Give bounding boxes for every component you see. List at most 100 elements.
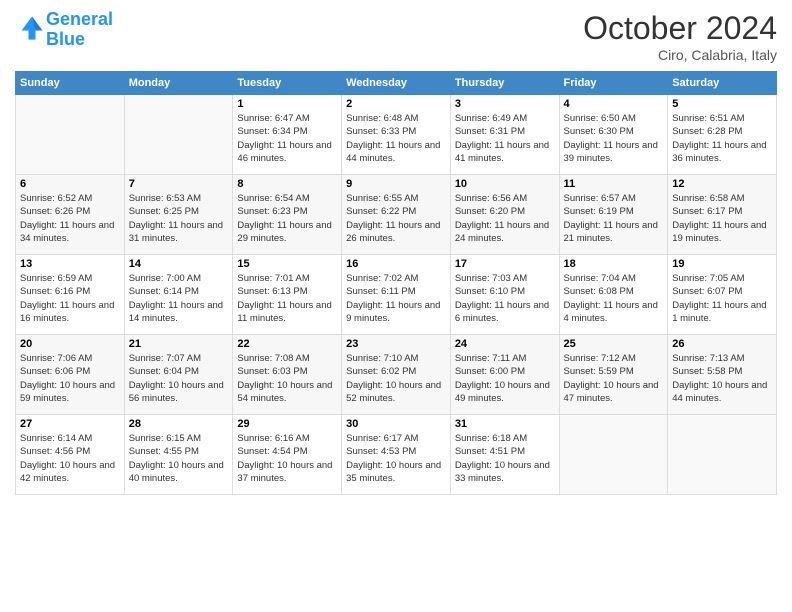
calendar-cell: 7 Sunrise: 6:53 AMSunset: 6:25 PMDaylight… (124, 175, 233, 255)
calendar-cell: 6 Sunrise: 6:52 AMSunset: 6:26 PMDaylight… (16, 175, 125, 255)
logo-blue: Blue (46, 29, 85, 49)
day-info: Sunrise: 7:11 AMSunset: 6:00 PMDaylight:… (455, 352, 555, 405)
day-info: Sunrise: 6:55 AMSunset: 6:22 PMDaylight:… (346, 192, 446, 245)
day-number: 7 (129, 178, 229, 190)
calendar-cell (124, 95, 233, 175)
day-info: Sunrise: 6:53 AMSunset: 6:25 PMDaylight:… (129, 192, 229, 245)
day-number: 24 (455, 338, 555, 350)
calendar-header-wednesday: Wednesday (342, 72, 451, 95)
day-number: 29 (237, 418, 337, 430)
day-info: Sunrise: 6:17 AMSunset: 4:53 PMDaylight:… (346, 432, 446, 485)
day-number: 25 (564, 338, 664, 350)
day-number: 19 (672, 258, 772, 270)
calendar-header-friday: Friday (559, 72, 668, 95)
day-number: 8 (237, 178, 337, 190)
day-number: 6 (20, 178, 120, 190)
day-number: 31 (455, 418, 555, 430)
calendar-cell (668, 415, 777, 495)
calendar-cell: 23Sunrise: 7:10 AMSunset: 6:02 PMDayligh… (342, 335, 451, 415)
day-info: Sunrise: 7:04 AMSunset: 6:08 PMDaylight:… (564, 272, 664, 325)
day-info: Sunrise: 6:56 AMSunset: 6:20 PMDaylight:… (455, 192, 555, 245)
header: General Blue October 2024 Ciro, Calabria… (15, 10, 777, 63)
calendar-cell: 29 Sunrise: 6:16 AMSunset: 4:54 PMDayligh… (233, 415, 342, 495)
day-info: Sunrise: 6:18 AMSunset: 4:51 PMDaylight:… (455, 432, 555, 485)
calendar-cell: 19 Sunrise: 7:05 AMSunset: 6:07 PMDayligh… (668, 255, 777, 335)
calendar-cell: 8Sunrise: 6:54 AMSunset: 6:23 PMDaylight… (233, 175, 342, 255)
calendar-cell: 13 Sunrise: 6:59 AMSunset: 6:16 PMDayligh… (16, 255, 125, 335)
calendar-header-monday: Monday (124, 72, 233, 95)
calendar-cell: 10Sunrise: 6:56 AMSunset: 6:20 PMDayligh… (450, 175, 559, 255)
calendar-cell (16, 95, 125, 175)
day-number: 12 (672, 178, 772, 190)
calendar-cell: 26Sunrise: 7:13 AMSunset: 5:58 PMDayligh… (668, 335, 777, 415)
title-block: October 2024 Ciro, Calabria, Italy (583, 10, 777, 63)
day-info: Sunrise: 7:07 AMSunset: 6:04 PMDaylight:… (129, 352, 229, 405)
day-number: 4 (564, 98, 664, 110)
day-number: 30 (346, 418, 446, 430)
day-info: Sunrise: 6:47 AMSunset: 6:34 PMDaylight:… (237, 112, 337, 165)
day-number: 27 (20, 418, 120, 430)
calendar-cell: 2 Sunrise: 6:48 AMSunset: 6:33 PMDaylight… (342, 95, 451, 175)
calendar-cell: 5 Sunrise: 6:51 AMSunset: 6:28 PMDaylight… (668, 95, 777, 175)
day-number: 28 (129, 418, 229, 430)
calendar-cell: 31 Sunrise: 6:18 AMSunset: 4:51 PMDayligh… (450, 415, 559, 495)
calendar-cell: 4 Sunrise: 6:50 AMSunset: 6:30 PMDaylight… (559, 95, 668, 175)
day-number: 2 (346, 98, 446, 110)
calendar-week-0: 1 Sunrise: 6:47 AMSunset: 6:34 PMDaylight… (16, 95, 777, 175)
calendar-cell: 3 Sunrise: 6:49 AMSunset: 6:31 PMDaylight… (450, 95, 559, 175)
day-number: 3 (455, 98, 555, 110)
day-info: Sunrise: 7:12 AMSunset: 5:59 PMDaylight:… (564, 352, 664, 405)
day-number: 13 (20, 258, 120, 270)
day-number: 17 (455, 258, 555, 270)
day-info: Sunrise: 7:06 AMSunset: 6:06 PMDaylight:… (20, 352, 120, 405)
day-info: Sunrise: 6:51 AMSunset: 6:28 PMDaylight:… (672, 112, 772, 165)
day-info: Sunrise: 6:50 AMSunset: 6:30 PMDaylight:… (564, 112, 664, 165)
calendar-week-3: 20Sunrise: 7:06 AMSunset: 6:06 PMDayligh… (16, 335, 777, 415)
calendar-week-4: 27 Sunrise: 6:14 AMSunset: 4:56 PMDayligh… (16, 415, 777, 495)
calendar-cell (559, 415, 668, 495)
logo-icon (18, 13, 46, 41)
month-title: October 2024 (583, 10, 777, 47)
calendar-cell: 17 Sunrise: 7:03 AMSunset: 6:10 PMDayligh… (450, 255, 559, 335)
day-number: 18 (564, 258, 664, 270)
day-number: 5 (672, 98, 772, 110)
day-info: Sunrise: 6:58 AMSunset: 6:17 PMDaylight:… (672, 192, 772, 245)
calendar-cell: 21 Sunrise: 7:07 AMSunset: 6:04 PMDayligh… (124, 335, 233, 415)
calendar-header-sunday: Sunday (16, 72, 125, 95)
day-info: Sunrise: 7:08 AMSunset: 6:03 PMDaylight:… (237, 352, 337, 405)
day-info: Sunrise: 7:05 AMSunset: 6:07 PMDaylight:… (672, 272, 772, 325)
calendar-cell: 14 Sunrise: 7:00 AMSunset: 6:14 PMDayligh… (124, 255, 233, 335)
day-info: Sunrise: 6:52 AMSunset: 6:26 PMDaylight:… (20, 192, 120, 245)
calendar-cell: 18 Sunrise: 7:04 AMSunset: 6:08 PMDayligh… (559, 255, 668, 335)
day-info: Sunrise: 6:16 AMSunset: 4:54 PMDaylight:… (237, 432, 337, 485)
calendar-week-1: 6 Sunrise: 6:52 AMSunset: 6:26 PMDaylight… (16, 175, 777, 255)
day-number: 16 (346, 258, 446, 270)
day-number: 9 (346, 178, 446, 190)
calendar-cell: 24 Sunrise: 7:11 AMSunset: 6:00 PMDayligh… (450, 335, 559, 415)
logo: General Blue (15, 10, 113, 50)
calendar-cell: 27 Sunrise: 6:14 AMSunset: 4:56 PMDayligh… (16, 415, 125, 495)
day-info: Sunrise: 6:14 AMSunset: 4:56 PMDaylight:… (20, 432, 120, 485)
calendar-header-row: SundayMondayTuesdayWednesdayThursdayFrid… (16, 72, 777, 95)
subtitle: Ciro, Calabria, Italy (583, 47, 777, 63)
day-number: 14 (129, 258, 229, 270)
day-info: Sunrise: 6:48 AMSunset: 6:33 PMDaylight:… (346, 112, 446, 165)
day-number: 21 (129, 338, 229, 350)
day-info: Sunrise: 7:10 AMSunset: 6:02 PMDaylight:… (346, 352, 446, 405)
calendar-header-thursday: Thursday (450, 72, 559, 95)
day-info: Sunrise: 7:00 AMSunset: 6:14 PMDaylight:… (129, 272, 229, 325)
day-number: 1 (237, 98, 337, 110)
calendar-cell: 30 Sunrise: 6:17 AMSunset: 4:53 PMDayligh… (342, 415, 451, 495)
day-number: 15 (237, 258, 337, 270)
calendar-cell: 1 Sunrise: 6:47 AMSunset: 6:34 PMDaylight… (233, 95, 342, 175)
day-info: Sunrise: 7:13 AMSunset: 5:58 PMDaylight:… (672, 352, 772, 405)
day-info: Sunrise: 7:01 AMSunset: 6:13 PMDaylight:… (237, 272, 337, 325)
day-info: Sunrise: 6:49 AMSunset: 6:31 PMDaylight:… (455, 112, 555, 165)
calendar-week-2: 13 Sunrise: 6:59 AMSunset: 6:16 PMDayligh… (16, 255, 777, 335)
calendar-header-tuesday: Tuesday (233, 72, 342, 95)
logo-text: General Blue (46, 10, 113, 50)
day-info: Sunrise: 7:03 AMSunset: 6:10 PMDaylight:… (455, 272, 555, 325)
calendar-cell: 11Sunrise: 6:57 AMSunset: 6:19 PMDayligh… (559, 175, 668, 255)
calendar-header-saturday: Saturday (668, 72, 777, 95)
day-info: Sunrise: 6:59 AMSunset: 6:16 PMDaylight:… (20, 272, 120, 325)
